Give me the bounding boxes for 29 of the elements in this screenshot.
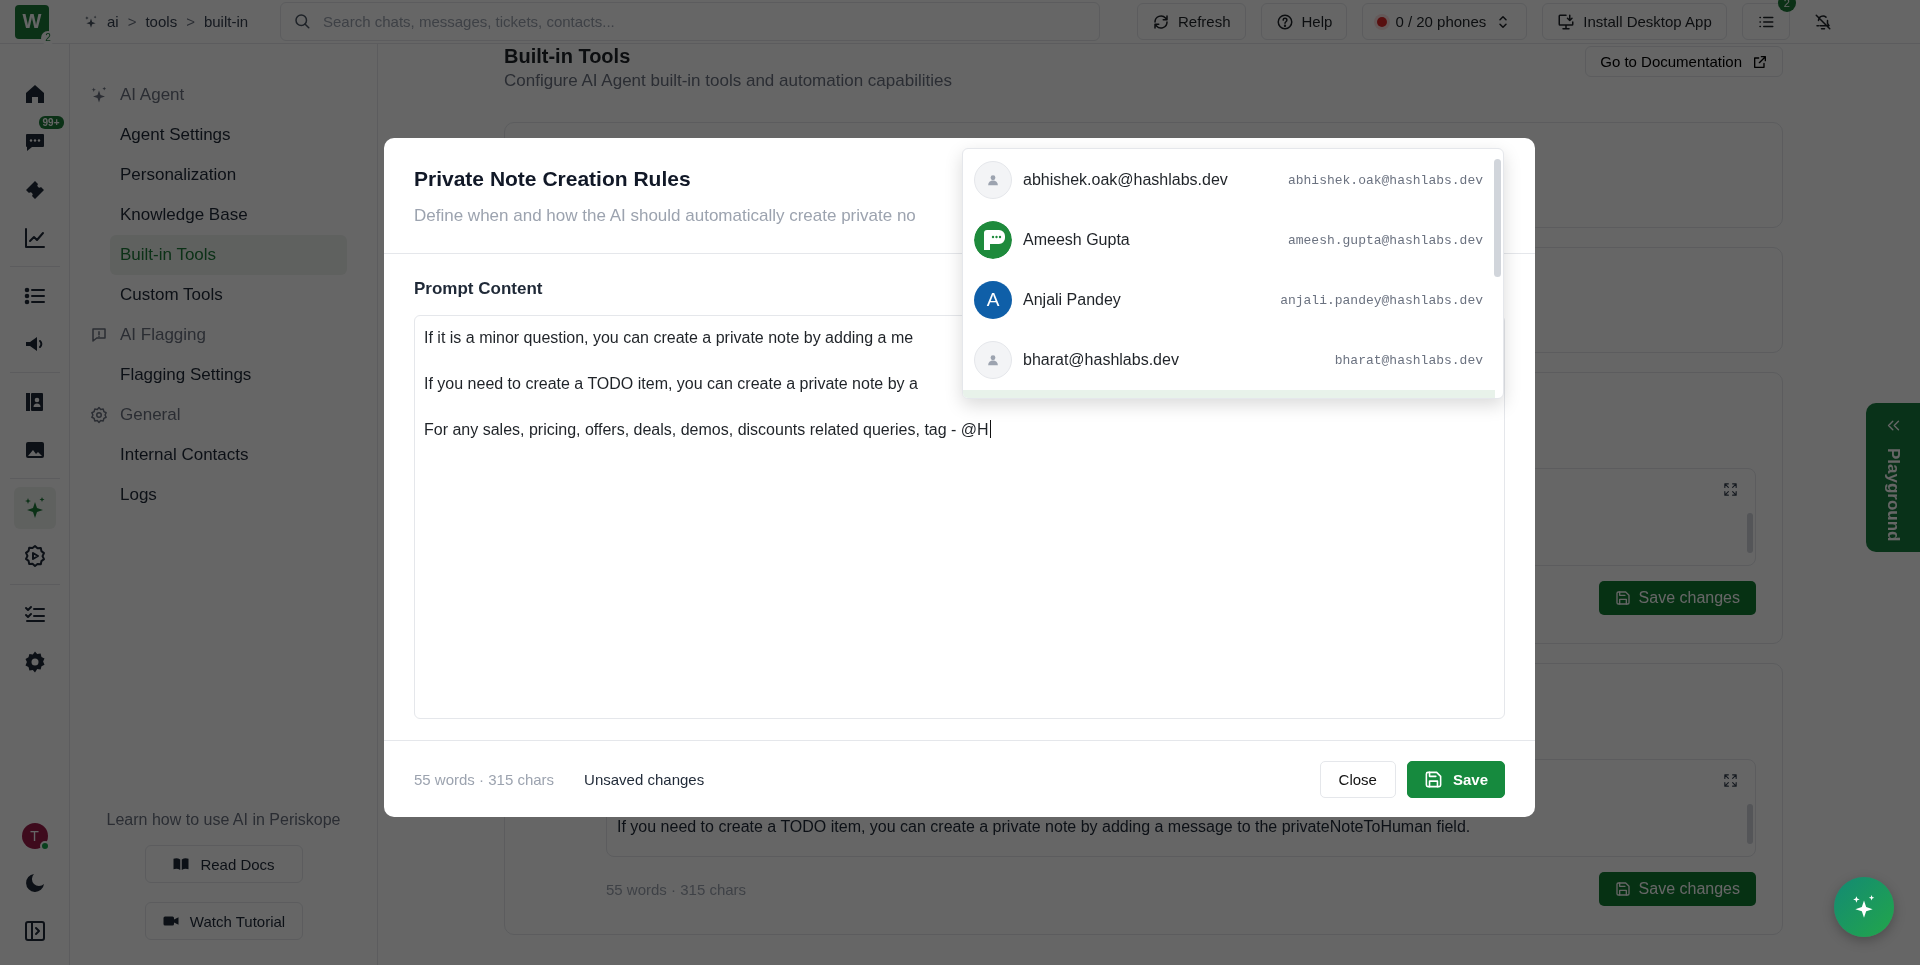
field-label: Prompt Content [414, 279, 544, 299]
contact-email: anjali.pandey@hashlabs.dev [1280, 292, 1483, 308]
section-heading: AI Agent [120, 85, 185, 105]
logo-badge: 2 [41, 30, 55, 45]
word-count: 55 words · 315 chars [414, 770, 555, 788]
prompt-text: If you need to create a TODO item, you can create a private note by adding a message to the privateNoteToHuman field. [617, 818, 1471, 836]
contact-name: bharat@hashlabs.dev [1023, 351, 1180, 369]
dialog-title: Private Note Creation Rules [414, 166, 691, 192]
page-subtitle: Configure AI Agent built-in tools and automation capabilities [504, 71, 952, 91]
prompt-line: If it is a minor question, you can create a private note by adding a me [424, 328, 914, 348]
contact-email: bharat@hashlabs.dev [1334, 352, 1483, 368]
section-heading: AI Flagging [120, 325, 206, 345]
contact-email: abhishek.oak@hashlabs.dev [1287, 172, 1483, 188]
page-title: Built-in Tools [504, 44, 631, 68]
initial-avatar: A [974, 281, 1012, 319]
unsaved-status: Unsaved changes [584, 770, 705, 788]
contact-name: Ameesh Gupta [1023, 231, 1131, 249]
prompt-line: If you need to create a TODO item, you can create a private note by a [424, 374, 918, 394]
contact-name: abhishek.oak@hashlabs.dev [1023, 171, 1229, 189]
prompt-line: For any sales, pricing, offers, deals, demos, discounts related queries, tag - @H [424, 419, 991, 440]
breadcrumb-separator: > [127, 13, 137, 30]
notification-badge: 2 [1777, 0, 1796, 12]
section-heading: General [120, 405, 181, 425]
dialog-subtitle: Define when and how the AI should automatically create private no [414, 206, 916, 226]
contact-name: Anjali Pandey [1023, 291, 1122, 309]
contact-email: ameesh.gupta@hashlabs.dev [1287, 232, 1483, 248]
breadcrumb-separator: > [186, 13, 195, 30]
count-badge: 99+ [38, 116, 64, 129]
help-text: Learn how to use AI in Periskope [106, 811, 341, 829]
